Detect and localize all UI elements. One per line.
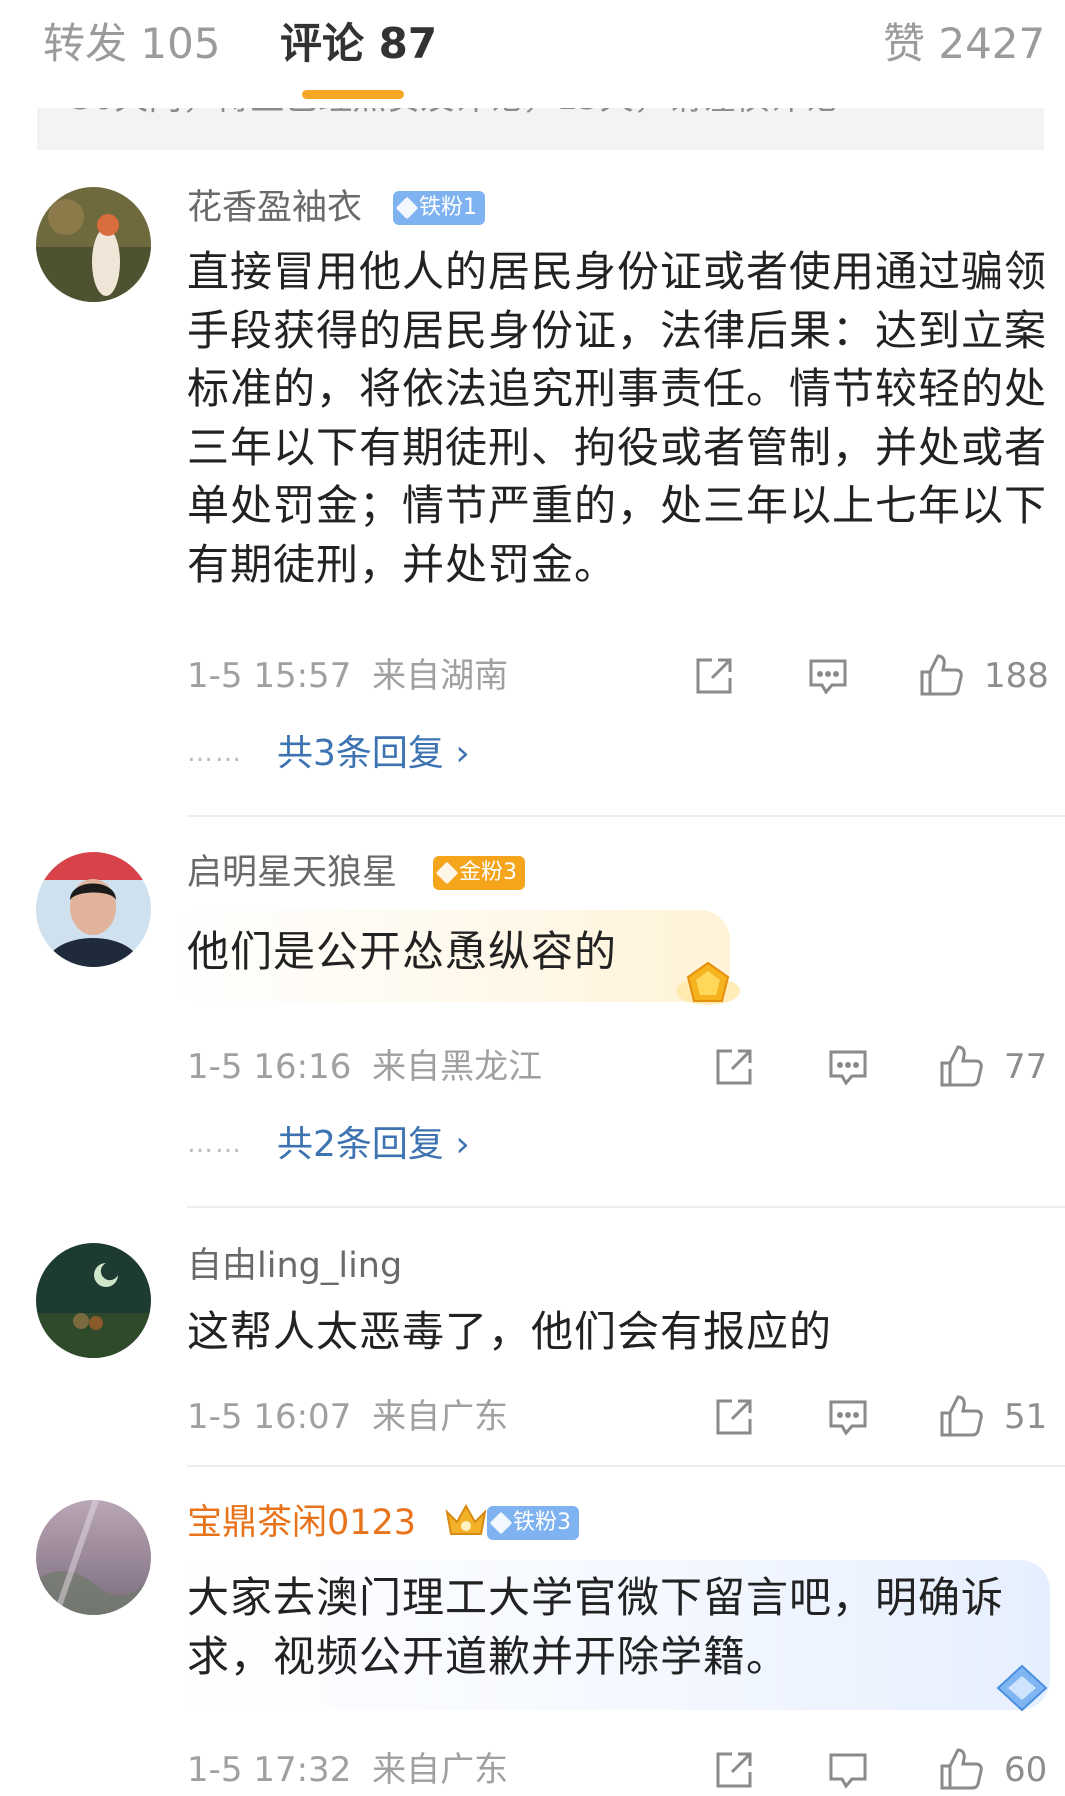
- comment-time: 1-5 17:32: [187, 1750, 352, 1790]
- comment-meta: 1-5 16:07 来自广东: [187, 1395, 508, 1439]
- username[interactable]: 花香盈袖衣: [187, 185, 362, 231]
- replies-dots: ……: [187, 1129, 243, 1159]
- divider: [187, 1465, 1065, 1467]
- comment-location: 来自湖南: [372, 656, 509, 696]
- fan-badge-label: 铁粉1: [419, 195, 477, 220]
- comment-text: 他们是公开怂恿纵容的: [187, 927, 618, 976]
- share-icon[interactable]: [712, 1748, 756, 1792]
- username[interactable]: 启明星天狼星: [187, 850, 397, 896]
- divider: [187, 1206, 1065, 1208]
- view-replies-link[interactable]: …… 共2条回复 ›: [187, 1121, 470, 1168]
- tab-repost[interactable]: 转发 105: [43, 16, 221, 72]
- comment-location: 来自广东: [372, 1397, 509, 1437]
- comment-meta: 1-5 15:57 来自湖南: [187, 654, 508, 698]
- fan-badge[interactable]: 金粉3: [433, 856, 525, 890]
- replies-count[interactable]: 共2条回复 ›: [277, 1124, 470, 1165]
- share-icon[interactable]: [712, 1045, 756, 1089]
- replies-count[interactable]: 共3条回复 ›: [277, 733, 470, 774]
- diamond-icon: [435, 861, 459, 885]
- comment-icon[interactable]: [826, 1045, 870, 1089]
- comment-tab-bar: 转发 105 评论 87 赞 2427: [0, 0, 1065, 108]
- username[interactable]: 宝鼎茶闲0123: [187, 1500, 416, 1546]
- replies-dots: ……: [187, 738, 243, 768]
- vip-crown-icon: [441, 1498, 491, 1542]
- fan-badge[interactable]: 铁粉3: [487, 1506, 579, 1540]
- thumbs-up-icon[interactable]: [938, 1043, 983, 1087]
- divider: [187, 815, 1065, 817]
- comment-icon[interactable]: [826, 1748, 870, 1792]
- comment-text: 这帮人太恶毒了，他们会有报应的: [187, 1307, 833, 1356]
- thumbs-up-icon[interactable]: [938, 1393, 983, 1437]
- like-count: 188: [984, 656, 1049, 696]
- avatar[interactable]: [36, 1243, 151, 1358]
- diamond-icon: [489, 1511, 513, 1535]
- view-replies-link[interactable]: …… 共3条回复 ›: [187, 730, 470, 777]
- avatar[interactable]: [36, 852, 151, 967]
- comment-text: 直接冒用他人的居民身份证或者使用通过骗领手段获得的居民身份证，法律后果：达到立案…: [187, 247, 1048, 589]
- share-icon[interactable]: [692, 654, 736, 698]
- comment-icon[interactable]: [826, 1395, 870, 1439]
- thumbs-up-icon[interactable]: [918, 652, 963, 696]
- share-icon[interactable]: [712, 1395, 756, 1439]
- comment-meta: 1-5 16:16 来自黑龙江: [187, 1045, 542, 1089]
- comment-time: 1-5 16:16: [187, 1047, 352, 1087]
- avatar[interactable]: [36, 1500, 151, 1615]
- fan-badge[interactable]: 铁粉1: [393, 191, 485, 225]
- fan-badge-label: 铁粉3: [513, 1510, 571, 1535]
- username[interactable]: 自由ling_ling: [187, 1243, 402, 1289]
- comment-text: 大家去澳门理工大学官微下留言吧，明确诉求，视频公开道歉并开除学籍。: [187, 1573, 1005, 1681]
- comment-location: 来自广东: [372, 1750, 509, 1790]
- comment-location: 来自黑龙江: [372, 1047, 543, 1087]
- thumbs-up-icon[interactable]: [938, 1746, 983, 1790]
- tab-comments[interactable]: 评论 87: [280, 16, 437, 72]
- like-count: 51: [1004, 1397, 1048, 1437]
- comment-meta: 1-5 17:32 来自广东: [187, 1748, 508, 1792]
- avatar[interactable]: [36, 187, 151, 302]
- tab-likes[interactable]: 赞 2427: [883, 16, 1045, 72]
- diamond-icon: [395, 196, 419, 220]
- like-count: 77: [1004, 1047, 1048, 1087]
- active-tab-indicator: [302, 90, 404, 99]
- comment-time: 1-5 16:07: [187, 1397, 352, 1437]
- comment-time: 1-5 15:57: [187, 656, 352, 696]
- comment-icon[interactable]: [806, 654, 850, 698]
- fan-badge-label: 金粉3: [459, 860, 517, 885]
- like-count: 60: [1004, 1750, 1048, 1790]
